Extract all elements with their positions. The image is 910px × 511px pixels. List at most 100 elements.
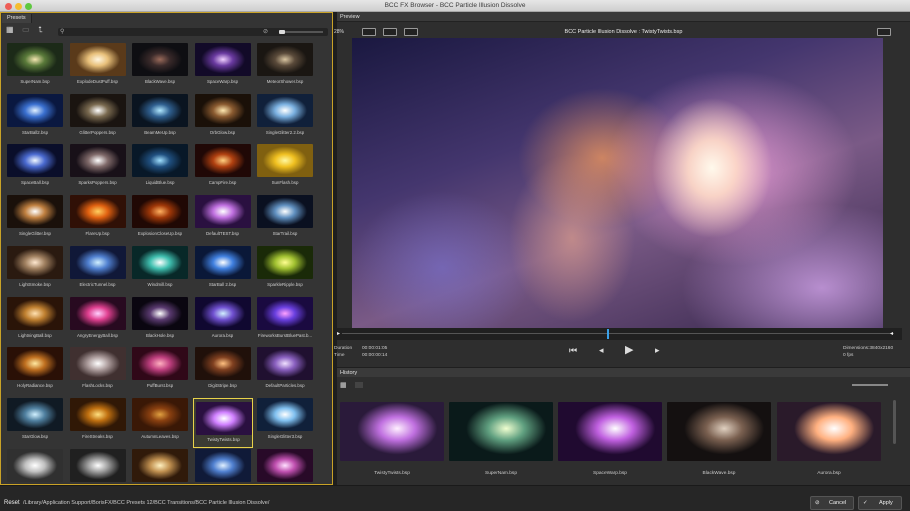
preset-item[interactable]: LiquidBlue.bsp	[130, 144, 190, 194]
preset-item[interactable]: ExplodeDustPuff.bsp	[68, 43, 128, 93]
in-point-marker[interactable]: ▸	[337, 331, 340, 337]
preset-item[interactable]: PuffBurst.bsp	[130, 347, 190, 397]
preset-thumbnail	[7, 195, 63, 229]
preset-item[interactable]: OrbGlow.bsp	[193, 93, 253, 144]
preset-item[interactable]: AngryEnergyBall.bsp	[68, 296, 128, 347]
preset-item[interactable]: SunFlash.bsp	[255, 144, 315, 194]
preset-item[interactable]	[5, 448, 65, 483]
thumbnail-size-slider[interactable]	[279, 30, 323, 34]
preset-item[interactable]: ElectricTunnel.bsp	[68, 245, 128, 296]
preset-item[interactable]: BeamMeUp.bsp	[130, 93, 190, 144]
search-input[interactable]: ⚲ ⊘	[58, 28, 328, 36]
window-titlebar: BCC FX Browser - BCC Particle Illusion D…	[0, 0, 910, 12]
preview-tab[interactable]: Preview	[340, 14, 360, 20]
go-to-start-icon[interactable]: ⏮	[569, 346, 577, 355]
preset-item[interactable]: FlareUp.bsp	[68, 195, 128, 245]
preset-item[interactable]: FlashLocks.bsp	[68, 347, 128, 397]
preset-thumbnail	[132, 448, 188, 482]
preview-tab-bar: Preview	[337, 12, 910, 22]
preset-item[interactable]: SparksPoppers.bsp	[68, 144, 128, 194]
preset-item[interactable]: StarBall2.bsp	[5, 93, 65, 144]
preset-thumbnail	[69, 448, 126, 482]
preset-item[interactable]: BlackHole.bsp	[130, 296, 190, 347]
preview-panel: Preview 28% BCC Particle Illusion Dissol…	[334, 12, 910, 485]
preset-item[interactable]: DigitStripe.bsp	[193, 347, 253, 397]
history-item[interactable]	[777, 402, 881, 461]
preset-item[interactable]: AutumnLeaves.bsp	[130, 397, 190, 448]
reset-button[interactable]: Reset	[4, 500, 20, 506]
preset-item[interactable]: StarBall 2.bsp	[193, 245, 253, 296]
preset-item[interactable]: StarTrail.bsp	[255, 195, 315, 245]
preset-thumbnail	[132, 347, 188, 381]
preset-item[interactable]: Aurora.bsp	[193, 296, 253, 347]
preset-item[interactable]: StarGlow.bsp	[5, 397, 65, 448]
preset-item[interactable]: SingleGlitter.bsp	[5, 195, 65, 245]
preset-item[interactable]: SingleGlitter3.bsp	[255, 397, 315, 448]
preset-thumbnail	[194, 296, 251, 330]
history-tab[interactable]: History	[340, 370, 357, 376]
step-back-icon[interactable]: ◂	[599, 346, 604, 355]
history-item[interactable]	[340, 402, 444, 461]
playhead[interactable]	[606, 329, 609, 339]
preset-item[interactable]: Windmill.bsp	[130, 245, 190, 296]
preset-item[interactable]: BlackWave.bsp	[130, 43, 190, 93]
preset-item[interactable]: SingleGlitter2.2.bsp	[255, 93, 315, 144]
preset-item[interactable]	[193, 448, 253, 483]
preset-item[interactable]: LightSmoke.bsp	[5, 245, 65, 296]
history-size-slider[interactable]	[852, 384, 888, 386]
preset-item[interactable]: FireworksBurstBluePast.b...	[255, 296, 315, 347]
preset-item[interactable]: DefaultParticles.bsp	[255, 347, 315, 397]
preset-thumbnail	[194, 93, 251, 127]
preset-label: StarBall2.bsp	[21, 129, 49, 135]
history-list-icon[interactable]	[355, 382, 363, 388]
cancel-label: Cancel	[829, 500, 847, 506]
timeline-scrubber[interactable]: ▸ ◂	[337, 328, 902, 340]
list-view-icon[interactable]: ▭	[22, 26, 30, 34]
preset-item[interactable]	[68, 448, 128, 483]
preset-item[interactable]: TwistyTwists.bsp	[192, 397, 253, 448]
preset-item[interactable]: SpaceWarp.bsp	[193, 43, 253, 93]
preset-thumbnail	[257, 43, 313, 76]
preset-item[interactable]: ExplosionCloseUp.bsp	[130, 195, 190, 245]
history-item[interactable]	[667, 402, 771, 461]
history-item[interactable]	[558, 402, 662, 461]
preset-thumbnail	[194, 245, 251, 279]
history-item[interactable]	[449, 402, 553, 461]
preset-item[interactable]	[130, 448, 190, 483]
clear-search-icon[interactable]: ⊘	[263, 28, 268, 35]
preset-item[interactable]: SpaceBall.bsp	[5, 144, 65, 194]
out-point-marker[interactable]: ◂	[890, 331, 893, 337]
apply-button[interactable]: ✓ Apply	[858, 496, 902, 510]
preset-item[interactable]: LightningBall.bsp	[5, 296, 65, 347]
history-scrollbar[interactable]	[893, 400, 896, 444]
preset-thumbnail	[257, 93, 313, 127]
preset-thumbnail	[257, 397, 313, 431]
preset-item[interactable]: SparkleRipple.bsp	[255, 245, 315, 296]
step-forward-icon[interactable]: ▸	[655, 346, 660, 355]
history-tab-bar: History	[337, 367, 910, 377]
presets-tab[interactable]: Presets	[2, 14, 32, 23]
preset-label: SingleGlitter3.bsp	[267, 433, 303, 439]
preset-thumbnail	[69, 144, 126, 178]
preset-thumbnail	[132, 195, 188, 229]
history-grid-icon[interactable]: ▦	[340, 381, 347, 389]
preset-item[interactable]: CampFire.bsp	[193, 144, 253, 194]
preset-item[interactable]	[255, 448, 315, 483]
preset-item[interactable]: DefaultTEST.bsp	[193, 195, 253, 245]
preset-label: ExplosionCloseUp.bsp	[137, 231, 183, 237]
dimensions-readout: Dimensions:3840x2160	[843, 346, 894, 351]
preset-item[interactable]: MeteorShower.bsp	[255, 43, 315, 93]
preset-item[interactable]: SuperNam.bsp	[5, 43, 65, 93]
grid-view-icon[interactable]: ▦	[6, 26, 14, 34]
preset-label: SpaceWarp.bsp	[206, 79, 239, 84]
folder-up-icon[interactable]: ⮤	[38, 26, 43, 34]
preset-item[interactable]: HolyRadiance.bsp	[5, 347, 65, 397]
preset-item[interactable]: GlitterPoppers.bsp	[68, 93, 128, 144]
preset-thumbnail	[132, 93, 188, 127]
cancel-button[interactable]: ⊘ Cancel	[810, 496, 854, 510]
preset-label: SpaceBall.bsp	[20, 180, 50, 186]
play-icon[interactable]: ▶	[625, 345, 633, 356]
preset-item[interactable]: FireStreaks.bsp	[68, 397, 128, 448]
preset-thumbnail	[257, 296, 313, 330]
preset-thumbnail	[257, 195, 313, 229]
